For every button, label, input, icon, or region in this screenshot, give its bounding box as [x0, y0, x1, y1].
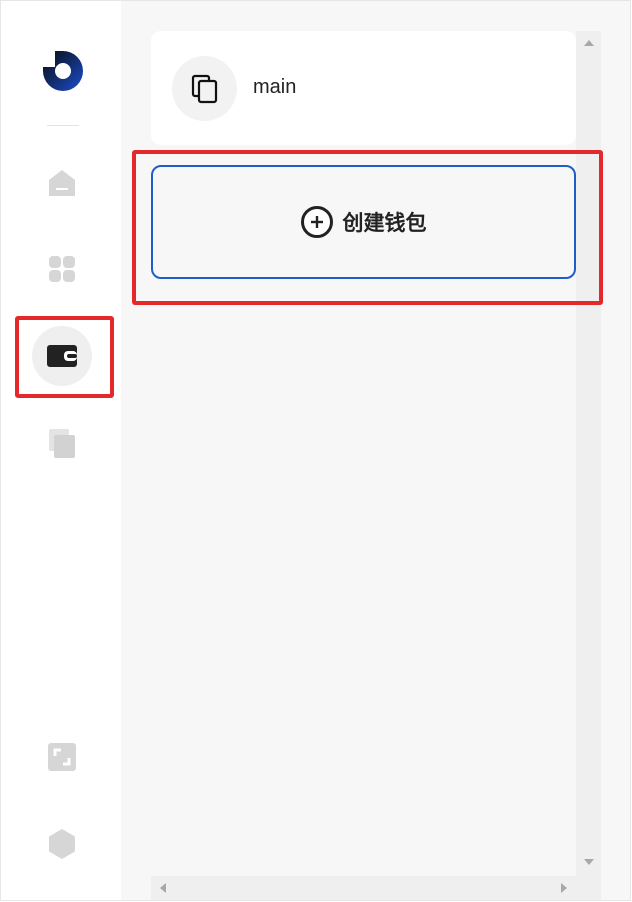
expand-icon [48, 743, 76, 771]
hexagon-icon [49, 829, 75, 859]
nav-wallet[interactable] [32, 326, 92, 386]
nav-home[interactable] [32, 153, 92, 213]
scroll-down-arrow[interactable] [584, 859, 594, 865]
vertical-scrollbar[interactable] [576, 31, 601, 876]
nav-apps[interactable] [32, 239, 92, 299]
nav-copy[interactable] [32, 413, 92, 473]
sidebar [1, 1, 121, 901]
scroll-up-arrow[interactable] [584, 40, 594, 46]
wallet-name: main [253, 76, 297, 98]
plus-circle-icon [300, 206, 333, 238]
scroll-right-arrow[interactable] [561, 883, 567, 893]
sidebar-divider [47, 125, 79, 126]
copy-icon [191, 74, 217, 103]
horizontal-scrollbar[interactable] [151, 876, 576, 900]
wallet-icon [47, 345, 77, 367]
app-logo [43, 51, 83, 91]
copy-icon [49, 429, 75, 458]
create-wallet-button[interactable]: 创建钱包 [151, 165, 576, 279]
wallet-avatar [172, 56, 237, 121]
scrollbar-corner [576, 876, 601, 900]
home-icon [49, 170, 75, 196]
nav-expand[interactable] [32, 727, 92, 787]
create-wallet-label: 创建钱包 [342, 211, 427, 235]
nav-settings[interactable] [32, 814, 92, 874]
scroll-left-arrow[interactable] [160, 883, 166, 893]
wallet-card-main[interactable]: main [151, 31, 576, 145]
grid-icon [49, 256, 75, 282]
